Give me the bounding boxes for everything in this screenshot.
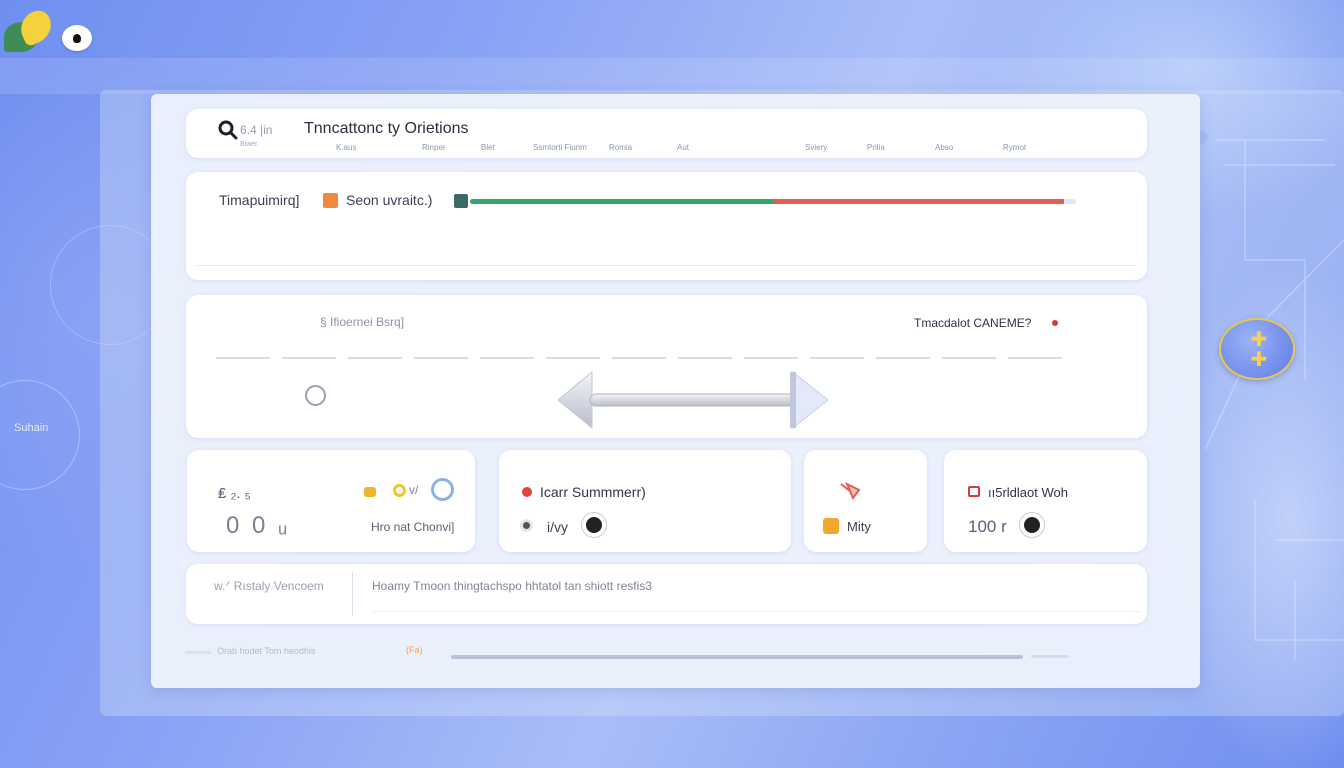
footer-scrollbar-end [1031,655,1069,658]
tag-icon [364,487,376,497]
hatchet-icon [840,481,861,500]
page-title: Tnncattonc ty Orietions [304,120,469,137]
column-header[interactable]: Abso [935,143,953,152]
range-card: § Ifioernei Bsrq] Tmacdalot CANEME? [186,295,1147,438]
timeline-start-marker[interactable] [454,194,468,208]
column-header[interactable]: Prilia [867,143,885,152]
checkbox-icon[interactable] [968,486,980,497]
toggle-ring-icon[interactable] [431,478,454,501]
metric-label: ₤ ₂. ₅ [218,485,251,502]
column-header[interactable]: K.aus [336,143,356,152]
column-header[interactable]: Rymot [1003,143,1026,152]
main-window: 6.4 |in Biwer Tnncattonc ty Orietions K.… [151,94,1200,688]
summary-card[interactable]: Icarr Summmerr) i/vy [499,450,791,552]
column-header[interactable]: Aut [677,143,689,152]
app-logo [4,6,57,54]
puzzle-widget-icon[interactable]: ✚ ✚ [1219,318,1295,380]
value-label: ıı5rldlaot Woh [988,485,1068,500]
double-arrow-slider-icon[interactable] [556,370,831,434]
metric-card[interactable]: ₤ ₂. ₅ 0 0 ᵤ v/ Hro nat Chonvi] [187,450,475,552]
range-left-label: § Ifioernei Bsrq] [320,315,405,329]
ring-icon [393,484,406,497]
value-card[interactable]: ıı5rldlaot Woh 100 r [944,450,1147,552]
column-header[interactable]: Blet [481,143,495,152]
divider [352,572,353,616]
toggle-knob[interactable] [582,513,606,537]
decor-ring [0,380,80,490]
folder-icon [823,518,839,534]
divider [196,265,1137,266]
timeline-legend: Seon uvraitc.) [346,192,433,208]
metric-sub: Hro nat Chonvi] [371,520,455,534]
summary-label: Icarr Summmerr) [540,484,646,500]
metric-value: 0 0 ᵤ [226,512,291,539]
mini-card[interactable]: Mity [804,450,927,552]
range-right-label: Tmacdalot CANEME? [914,316,1032,330]
range-scale [216,357,1066,359]
footer-bar [185,651,211,654]
top-band [0,58,1344,94]
history-label: w.ᐟ Rıstaly Vencoem [214,579,324,593]
chat-icon[interactable] [62,25,92,51]
status-dot [1052,320,1058,326]
timeline-fill-green [470,199,773,204]
column-header[interactable]: Rinper [422,143,446,152]
column-header[interactable]: Ssmtorti Fiunm [533,143,587,152]
side-tag: Suhain [14,422,49,434]
knob-icon[interactable] [520,519,533,532]
divider [372,611,1141,612]
footer-badge: (Fa) [406,645,423,655]
toggle-knob[interactable] [1020,513,1044,537]
timeline-card: Timapuimirq] Seon uvraitc.) [186,172,1147,280]
column-header[interactable]: Sviery [805,143,827,152]
timeline-track[interactable] [470,199,1076,204]
metric-v: v/ [409,483,419,497]
timeline-label: Timapuimirq] [219,192,300,208]
search-icon[interactable] [218,120,238,140]
header-bar: 6.4 |in Biwer Tnncattonc ty Orietions K.… [186,109,1147,158]
legend-swatch [323,193,338,208]
summary-sub: i/vy [547,519,568,535]
radio-button[interactable] [305,385,326,406]
footer-label: Orab hodet Tom heodhis [217,646,316,656]
search-meta: 6.4 |in [240,123,273,137]
status-dot [522,487,532,497]
history-row[interactable]: w.ᐟ Rıstaly Vencoem Hoamy Tmoon thingtac… [186,564,1147,624]
value-number: 100 r [968,517,1007,536]
timeline-fill-red [773,199,1064,204]
column-header[interactable]: Romia [609,143,632,152]
search-sub: Biwer [240,141,258,148]
footer-scrollbar[interactable] [451,655,1023,659]
mini-label: Mity [847,519,871,534]
history-text: Hoamy Tmoon thingtachspo hhtatol tan shi… [372,579,652,593]
